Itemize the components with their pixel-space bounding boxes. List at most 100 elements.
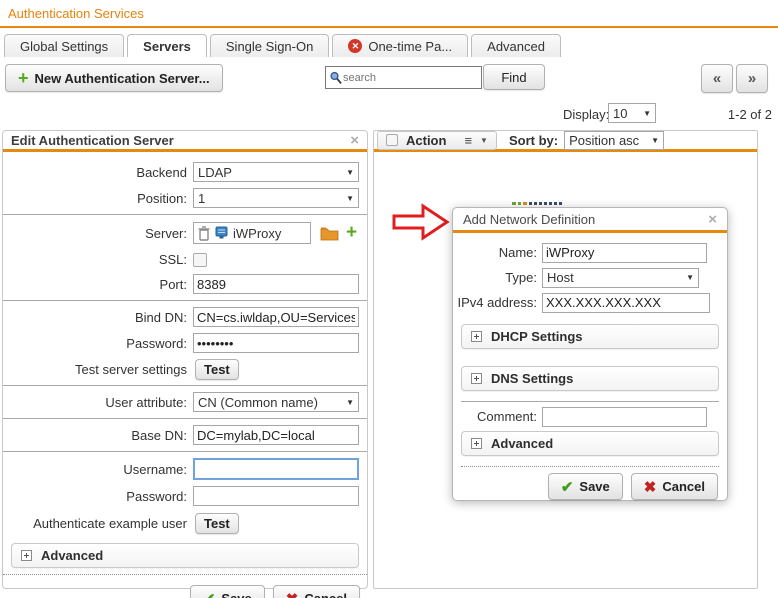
test-server-button[interactable]: Test: [195, 359, 239, 380]
separator: [3, 451, 367, 452]
close-icon[interactable]: ×: [350, 133, 359, 148]
tab-global-settings[interactable]: Global Settings: [4, 34, 124, 57]
error-badge-icon: ✕: [348, 39, 362, 53]
example-password-input[interactable]: [193, 486, 359, 506]
sort-select[interactable]: Position asc ▼: [564, 131, 664, 150]
cancel-label: Cancel: [662, 479, 705, 494]
user-attribute-value: CN (Common name): [198, 395, 318, 410]
action-menu-button[interactable]: Action ≡ ▼: [377, 131, 497, 150]
cancel-label: Cancel: [304, 591, 347, 598]
next-page-button[interactable]: »: [736, 64, 768, 93]
bind-dn-input[interactable]: [193, 307, 359, 327]
authenticate-example-user-label: Authenticate example user: [3, 516, 193, 531]
position-select[interactable]: 1 ▼: [193, 188, 359, 208]
server-field[interactable]: iWProxy: [193, 222, 311, 244]
type-label: Type:: [453, 270, 542, 285]
search-icon: [329, 71, 343, 85]
new-server-label: New Authentication Server...: [35, 71, 210, 86]
ipv4-address-input[interactable]: [542, 293, 710, 313]
name-input[interactable]: [542, 243, 707, 263]
cancel-button[interactable]: ✖ Cancel: [273, 585, 360, 598]
tab-servers[interactable]: Servers: [127, 34, 207, 57]
add-server-plus-icon[interactable]: +: [346, 226, 357, 240]
browse-folder-button[interactable]: [320, 226, 339, 241]
save-label: Save: [221, 591, 251, 598]
action-label: Action: [406, 133, 446, 148]
sort-by-label: Sort by:: [509, 133, 558, 148]
dialog-save-button[interactable]: ✔ Save: [548, 473, 623, 500]
backend-select[interactable]: LDAP ▼: [193, 162, 359, 182]
backend-label: Backend: [3, 165, 193, 180]
expand-plus-icon[interactable]: [471, 331, 482, 342]
previous-page-button[interactable]: «: [701, 64, 733, 93]
page-title: Authentication Services: [8, 6, 144, 21]
user-attribute-label: User attribute:: [3, 395, 193, 410]
add-network-definition-dialog: Add Network Definition × Name: Type: Hos…: [452, 207, 728, 501]
dialog-advanced-expander[interactable]: Advanced: [461, 431, 719, 456]
advanced-expander[interactable]: Advanced: [11, 543, 359, 568]
separator: [3, 385, 367, 386]
obscured-row-fragment: [512, 202, 584, 205]
example-password-row: Password:: [3, 483, 367, 509]
bind-password-input[interactable]: [193, 333, 359, 353]
expand-plus-icon[interactable]: [471, 373, 482, 384]
menu-list-icon: ≡: [464, 133, 472, 148]
user-attribute-select[interactable]: CN (Common name) ▼: [193, 392, 359, 412]
dhcp-settings-label: DHCP Settings: [491, 329, 583, 344]
chevron-down-icon: ▼: [686, 273, 694, 282]
separator: [3, 418, 367, 419]
type-select[interactable]: Host ▼: [542, 268, 699, 288]
search-box[interactable]: [325, 66, 482, 89]
ssl-checkbox[interactable]: [193, 253, 207, 267]
display-label: Display:: [563, 107, 609, 122]
tab-advanced[interactable]: Advanced: [471, 34, 561, 57]
result-range-text: 1-2 of 2: [716, 107, 772, 122]
server-label: Server:: [3, 226, 193, 241]
user-attribute-row: User attribute: CN (Common name) ▼: [3, 389, 367, 415]
port-input[interactable]: [193, 274, 359, 294]
trash-icon[interactable]: [198, 226, 210, 241]
panel-header: Edit Authentication Server ×: [3, 131, 367, 152]
tab-label: Advanced: [487, 39, 545, 54]
close-icon[interactable]: ×: [708, 212, 717, 227]
chevron-down-icon: ▼: [346, 168, 354, 177]
plus-icon: +: [18, 71, 29, 85]
save-button[interactable]: ✔ Save: [190, 585, 265, 598]
new-authentication-server-button[interactable]: + New Authentication Server...: [5, 64, 223, 92]
position-label: Position:: [3, 191, 193, 206]
bind-password-row: Password:: [3, 330, 367, 356]
tab-label: Global Settings: [20, 39, 108, 54]
search-input[interactable]: [343, 72, 478, 84]
comment-row: Comment:: [453, 404, 727, 429]
tab-single-sign-on[interactable]: Single Sign-On: [210, 34, 329, 57]
test-server-settings-label: Test server settings: [3, 362, 193, 377]
base-dn-input[interactable]: [193, 425, 359, 445]
dialog-header: Add Network Definition ×: [453, 208, 727, 233]
page-size-select[interactable]: 10 ▼: [608, 103, 656, 123]
port-row: Port:: [3, 271, 367, 297]
cross-icon: ✖: [286, 590, 299, 598]
find-button[interactable]: Find: [483, 64, 545, 90]
comment-input[interactable]: [542, 407, 707, 427]
tab-one-time-passwords[interactable]: ✕ One-time Pa...: [332, 34, 468, 57]
ipv4-address-label: IPv4 address:: [453, 295, 542, 310]
bind-dn-row: Bind DN:: [3, 304, 367, 330]
select-all-checkbox[interactable]: [386, 134, 398, 146]
dhcp-settings-expander[interactable]: DHCP Settings: [461, 324, 719, 349]
expand-plus-icon[interactable]: [21, 550, 32, 561]
authenticate-test-button[interactable]: Test: [195, 513, 239, 534]
dialog-cancel-button[interactable]: ✖ Cancel: [631, 473, 718, 500]
tab-label: Single Sign-On: [226, 39, 313, 54]
port-label: Port:: [3, 277, 193, 292]
type-row: Type: Host ▼: [453, 265, 727, 290]
page-size-value: 10: [613, 106, 627, 121]
edit-server-form: Backend LDAP ▼ Position: 1 ▼ Server:: [3, 152, 367, 598]
dns-settings-label: DNS Settings: [491, 371, 573, 386]
separator: [461, 401, 719, 402]
username-label: Username:: [3, 462, 193, 477]
expand-plus-icon[interactable]: [471, 438, 482, 449]
dialog-title: Add Network Definition: [463, 212, 708, 227]
username-input[interactable]: [193, 458, 359, 480]
dns-settings-expander[interactable]: DNS Settings: [461, 366, 719, 391]
ssl-row: SSL:: [3, 248, 367, 271]
